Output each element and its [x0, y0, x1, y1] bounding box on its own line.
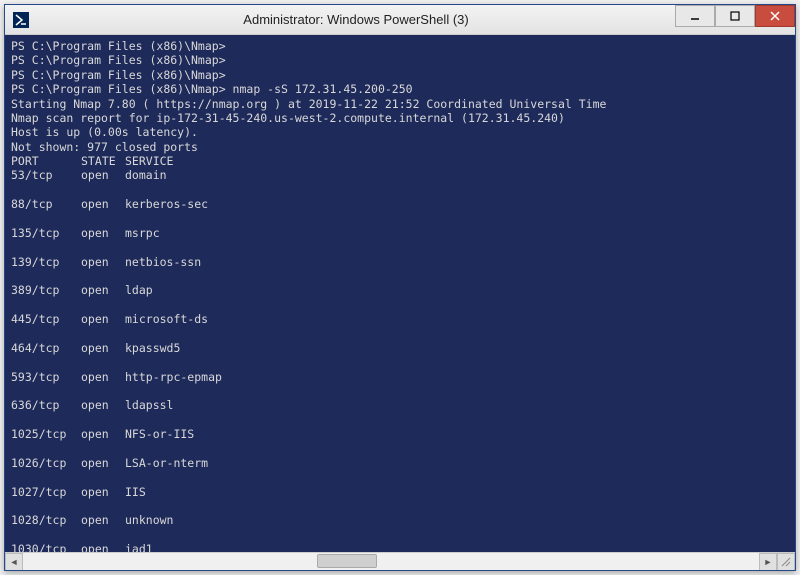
prompt-line: PS C:\Program Files (x86)\Nmap> [11, 53, 226, 67]
port-row: 139/tcpopennetbios-ssn [11, 255, 789, 269]
port-row: 636/tcpopenldapssl [11, 398, 789, 412]
port-row: 135/tcpopenmsrpc [11, 226, 789, 240]
close-button[interactable] [755, 5, 795, 27]
horizontal-scrollbar[interactable]: ◄ ► [5, 552, 795, 570]
terminal-output[interactable]: PS C:\Program Files (x86)\Nmap> PS C:\Pr… [5, 35, 795, 552]
prompt-line: PS C:\Program Files (x86)\Nmap> [11, 39, 226, 53]
port-row: 464/tcpopenkpasswd5 [11, 341, 789, 355]
port-table-header: PORTSTATESERVICE [11, 154, 789, 168]
window-title: Administrator: Windows PowerShell (3) [37, 12, 675, 27]
port-row: 389/tcpopenldap [11, 283, 789, 297]
titlebar[interactable]: Administrator: Windows PowerShell (3) [5, 5, 795, 35]
scroll-track[interactable] [23, 553, 759, 571]
port-row: 445/tcpopenmicrosoft-ds [11, 312, 789, 326]
port-row: 1025/tcpopenNFS-or-IIS [11, 427, 789, 441]
port-row: 1027/tcpopenIIS [11, 485, 789, 499]
maximize-button[interactable] [715, 5, 755, 27]
scroll-thumb[interactable] [317, 554, 377, 568]
port-row: 1030/tcpopeniad1 [11, 542, 789, 552]
port-row: 88/tcpopenkerberos-sec [11, 197, 789, 211]
output-line: Host is up (0.00s latency). [11, 125, 198, 139]
window-controls [675, 5, 795, 34]
port-row: 593/tcpopenhttp-rpc-epmap [11, 370, 789, 384]
port-row: 1028/tcpopenunknown [11, 513, 789, 527]
powershell-icon [13, 12, 29, 28]
output-line: Not shown: 977 closed ports [11, 140, 198, 154]
powershell-window: Administrator: Windows PowerShell (3) PS… [4, 4, 796, 571]
prompt-line: PS C:\Program Files (x86)\Nmap> [11, 68, 226, 82]
port-row: 53/tcpopendomain [11, 168, 789, 182]
command-line: PS C:\Program Files (x86)\Nmap> nmap -sS… [11, 82, 413, 96]
output-line: Nmap scan report for ip-172-31-45-240.us… [11, 111, 565, 125]
resize-grip-icon[interactable] [777, 553, 795, 571]
output-line: Starting Nmap 7.80 ( https://nmap.org ) … [11, 97, 606, 111]
port-row: 1026/tcpopenLSA-or-nterm [11, 456, 789, 470]
scroll-left-arrow-icon[interactable]: ◄ [5, 553, 23, 571]
terminal-area: PS C:\Program Files (x86)\Nmap> PS C:\Pr… [5, 35, 795, 570]
scroll-right-arrow-icon[interactable]: ► [759, 553, 777, 571]
minimize-button[interactable] [675, 5, 715, 27]
